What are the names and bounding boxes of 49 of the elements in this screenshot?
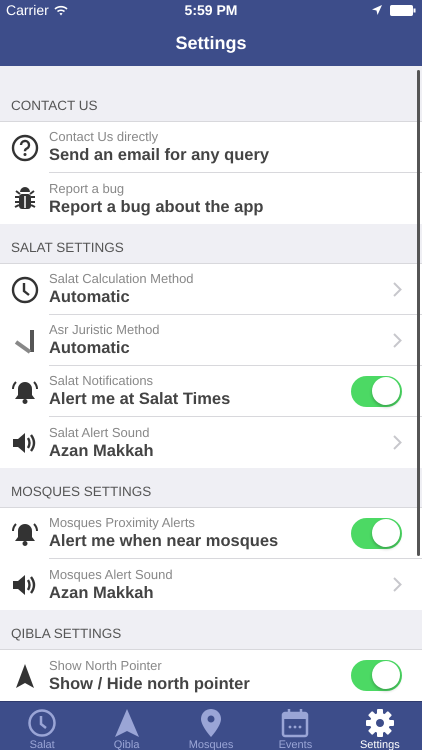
bug-icon xyxy=(12,186,36,212)
setting-value: Azan Makkah xyxy=(49,442,154,460)
wifi-icon xyxy=(54,4,68,16)
carrier-name: Carrier xyxy=(6,2,49,18)
setting-value: Report a bug about the app xyxy=(49,198,264,216)
setting-label: Mosques Proximity Alerts xyxy=(49,515,195,530)
toggle-switch[interactable] xyxy=(351,518,402,549)
screen-title: Settings xyxy=(175,32,246,54)
tab-item[interactable]: Events xyxy=(253,702,338,750)
clock-time: 5:59 PM xyxy=(184,2,238,18)
setting-label: Show North Pointer xyxy=(49,658,162,672)
tab-item[interactable]: Settings xyxy=(338,702,422,750)
settings-icon xyxy=(364,708,395,738)
calendar-icon xyxy=(281,708,310,738)
clock-icon xyxy=(27,708,58,738)
section-header: CONTACT US xyxy=(11,98,98,113)
map-pin-icon xyxy=(200,708,222,738)
setting-value: Alert me when near mosques xyxy=(49,532,278,551)
north-pointer-icon xyxy=(114,708,140,738)
clock-icon xyxy=(10,276,38,304)
setting-label: Report a bug xyxy=(49,180,124,196)
setting-value: Automatic xyxy=(49,288,130,307)
setting-value: Show / Hide north pointer xyxy=(49,674,250,694)
chevron-icon[interactable] xyxy=(393,577,402,592)
toggle-switch[interactable] xyxy=(351,376,402,407)
location-arrow-icon xyxy=(372,5,382,15)
setting-label: Asr Juristic Method xyxy=(49,322,160,337)
chevron-icon[interactable] xyxy=(393,435,402,450)
tab-item[interactable]: Qibla xyxy=(84,702,169,750)
setting-label: Mosques Alert Sound xyxy=(49,566,173,582)
chevron-icon[interactable] xyxy=(393,282,402,297)
setting-value: Alert me at Salat Times xyxy=(49,390,230,409)
section-header: SALAT SETTINGS xyxy=(11,240,124,255)
setting-label: Salat Calculation Method xyxy=(49,271,194,286)
setting-value: Send an email for any query xyxy=(49,146,270,165)
setting-label: Contact Us directly xyxy=(49,129,158,144)
tab-item[interactable]: Salat xyxy=(0,702,84,750)
toggle-switch[interactable] xyxy=(351,660,402,691)
setting-label: Salat Alert Sound xyxy=(49,424,150,440)
setting-label: Salat Notifications xyxy=(49,373,154,388)
battery-icon xyxy=(390,4,416,16)
tab-item[interactable]: Mosques xyxy=(168,702,254,750)
north-pointer-icon xyxy=(14,662,36,690)
section-header: QIBLA SETTINGS xyxy=(11,626,122,641)
setting-value: Azan Makkah xyxy=(49,584,154,602)
question-icon xyxy=(10,134,38,162)
chevron-icon[interactable] xyxy=(393,333,402,348)
setting-value: Automatic xyxy=(49,339,130,358)
section-header: MOSQUES SETTINGS xyxy=(11,484,152,499)
